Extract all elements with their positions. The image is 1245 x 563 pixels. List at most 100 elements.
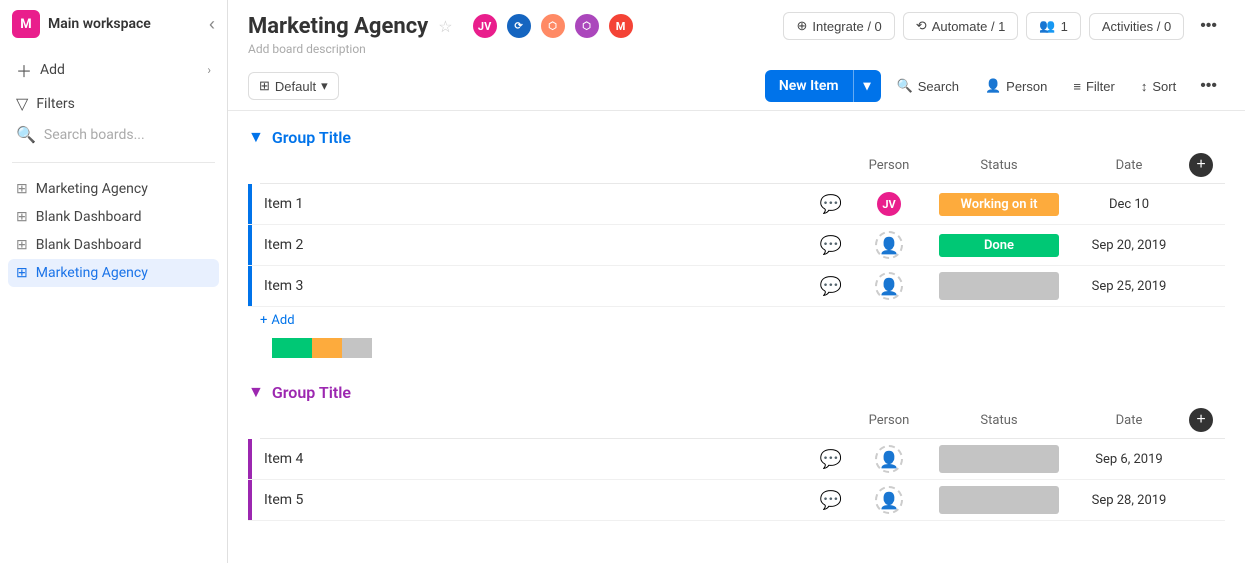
view-selector-button[interactable]: ⊞ Default ▾ bbox=[248, 72, 339, 100]
status-badge-empty bbox=[939, 486, 1059, 514]
sidebar-divider bbox=[12, 162, 215, 163]
item-name[interactable]: Item 5 bbox=[260, 484, 813, 516]
col-header-add: + bbox=[1189, 408, 1225, 432]
more-options-button[interactable]: ••• bbox=[1192, 12, 1225, 40]
sidebar-item-blank-dashboard-2[interactable]: ⊞ Blank Dashboard bbox=[8, 231, 219, 259]
person-icon: 👤 bbox=[985, 78, 1001, 94]
item-status[interactable] bbox=[929, 486, 1069, 514]
filters-label: Filters bbox=[36, 96, 75, 112]
automate-icon: ⟲ bbox=[916, 18, 927, 34]
main-content: Marketing Agency ☆ JV ⟳ ⬡ ⬡ M ⊕ Integrat… bbox=[228, 0, 1245, 563]
sidebar-header: M Main workspace ‹ bbox=[0, 0, 227, 48]
comment-icon[interactable]: 💬 bbox=[813, 235, 849, 256]
sort-icon: ↕ bbox=[1141, 79, 1148, 94]
group-1-title[interactable]: Group Title bbox=[272, 128, 351, 147]
filter-label: Filter bbox=[1086, 79, 1115, 94]
add-label: Add bbox=[271, 313, 294, 328]
topbar: Marketing Agency ☆ JV ⟳ ⬡ ⬡ M ⊕ Integrat… bbox=[228, 0, 1245, 40]
person-empty-icon: 👤 bbox=[875, 445, 903, 473]
new-item-button[interactable]: New Item ▾ bbox=[765, 70, 881, 102]
board-description[interactable]: Add board description bbox=[228, 40, 1245, 62]
toolbar-more-button[interactable]: ••• bbox=[1192, 72, 1225, 100]
item-person[interactable]: 👤 bbox=[849, 445, 929, 473]
group-2: ▼ Group Title Person Status Date + Item … bbox=[248, 382, 1225, 521]
col-header-person: Person bbox=[849, 158, 929, 173]
board-item-label: Marketing Agency bbox=[36, 265, 148, 281]
collapse-sidebar-button[interactable]: ‹ bbox=[209, 14, 215, 35]
add-row-button[interactable]: + Add bbox=[248, 307, 1225, 334]
new-item-arrow-icon[interactable]: ▾ bbox=[854, 71, 881, 101]
item-status[interactable]: Done bbox=[929, 234, 1069, 257]
item-status[interactable]: Working on it bbox=[929, 193, 1069, 216]
person-empty-icon: 👤 bbox=[875, 231, 903, 259]
add-label: Add bbox=[40, 62, 65, 78]
person-button[interactable]: 👤 Person bbox=[975, 73, 1057, 99]
col-header-add: + bbox=[1189, 153, 1225, 177]
item-date: Sep 6, 2019 bbox=[1069, 452, 1189, 467]
board-item-label: Blank Dashboard bbox=[36, 209, 142, 225]
comment-icon[interactable]: 💬 bbox=[813, 276, 849, 297]
comment-icon[interactable]: 💬 bbox=[813, 490, 849, 511]
search-button[interactable]: 🔍 Search bbox=[887, 73, 969, 99]
filter-button[interactable]: ≡ Filter bbox=[1063, 74, 1124, 99]
board-item-label: Marketing Agency bbox=[36, 181, 148, 197]
board-icon: ⊞ bbox=[16, 237, 28, 253]
comment-icon[interactable]: 💬 bbox=[813, 449, 849, 470]
row-stripe-purple bbox=[248, 480, 252, 520]
automate-label: Automate / 1 bbox=[932, 19, 1006, 34]
col-header-date: Date bbox=[1069, 158, 1189, 173]
status-badge-done: Done bbox=[939, 234, 1059, 257]
item-status[interactable] bbox=[929, 445, 1069, 473]
col-header-status: Status bbox=[929, 158, 1069, 173]
search-boards-button[interactable]: 🔍 Search boards... bbox=[8, 119, 219, 150]
integrate-icon: ⊕ bbox=[796, 18, 807, 34]
add-column-button[interactable]: + bbox=[1189, 153, 1213, 177]
item-name[interactable]: Item 1 bbox=[260, 188, 813, 220]
person-label: Person bbox=[1006, 79, 1047, 94]
item-person[interactable]: JV bbox=[849, 190, 929, 218]
item-status[interactable] bbox=[929, 272, 1069, 300]
item-person[interactable]: 👤 bbox=[849, 272, 929, 300]
activities-button[interactable]: Activities / 0 bbox=[1089, 13, 1184, 40]
col-header-date: Date bbox=[1069, 413, 1189, 428]
sidebar-item-marketing-agency-1[interactable]: ⊞ Marketing Agency bbox=[8, 175, 219, 203]
sidebar-actions: ＋ Add › ▽ Filters 🔍 Search boards... bbox=[0, 48, 227, 154]
search-label: Search bbox=[918, 79, 959, 94]
board-icon: ⊞ bbox=[16, 265, 28, 281]
integrate-button[interactable]: ⊕ Integrate / 0 bbox=[783, 12, 894, 40]
chevron-right-icon: › bbox=[207, 63, 211, 77]
invite-label: 1 bbox=[1061, 19, 1068, 34]
sidebar-item-marketing-agency-2[interactable]: ⊞ Marketing Agency bbox=[8, 259, 219, 287]
sort-label: Sort bbox=[1152, 79, 1176, 94]
invite-icon: 👥 bbox=[1039, 18, 1055, 34]
add-button[interactable]: ＋ Add › bbox=[8, 52, 219, 88]
toolbar: ⊞ Default ▾ New Item ▾ 🔍 Search 👤 Person… bbox=[228, 62, 1245, 111]
group-1-collapse-button[interactable]: ▼ bbox=[248, 127, 264, 147]
item-person[interactable]: 👤 bbox=[849, 231, 929, 259]
item-name[interactable]: Item 3 bbox=[260, 270, 813, 302]
search-boards-label: Search boards... bbox=[44, 127, 145, 143]
search-icon: 🔍 bbox=[16, 125, 36, 144]
table-row: Item 5 💬 👤 Sep 28, 2019 bbox=[248, 480, 1225, 521]
star-icon[interactable]: ☆ bbox=[438, 17, 452, 36]
comment-icon[interactable]: 💬 bbox=[813, 194, 849, 215]
board-content: ▼ Group Title Person Status Date + Item … bbox=[228, 111, 1245, 563]
group-2-title[interactable]: Group Title bbox=[272, 383, 351, 402]
item-name[interactable]: Item 2 bbox=[260, 229, 813, 261]
workspace-icon: M bbox=[12, 10, 40, 38]
group-2-collapse-button[interactable]: ▼ bbox=[248, 382, 264, 402]
filters-button[interactable]: ▽ Filters bbox=[8, 88, 219, 119]
item-name[interactable]: Item 4 bbox=[260, 443, 813, 475]
group-2-header: ▼ Group Title bbox=[248, 382, 1225, 402]
avatar-m: M bbox=[607, 12, 635, 40]
group-1-header: ▼ Group Title bbox=[248, 127, 1225, 147]
invite-button[interactable]: 👥 1 bbox=[1026, 12, 1080, 40]
avatar-jv: JV bbox=[471, 12, 499, 40]
item-person[interactable]: 👤 bbox=[849, 486, 929, 514]
sort-button[interactable]: ↕ Sort bbox=[1131, 74, 1186, 99]
add-column-button-2[interactable]: + bbox=[1189, 408, 1213, 432]
automate-button[interactable]: ⟲ Automate / 1 bbox=[903, 12, 1019, 40]
board-icon: ⊞ bbox=[16, 181, 28, 197]
sidebar-item-blank-dashboard-1[interactable]: ⊞ Blank Dashboard bbox=[8, 203, 219, 231]
summary-seg-gray bbox=[342, 338, 372, 358]
